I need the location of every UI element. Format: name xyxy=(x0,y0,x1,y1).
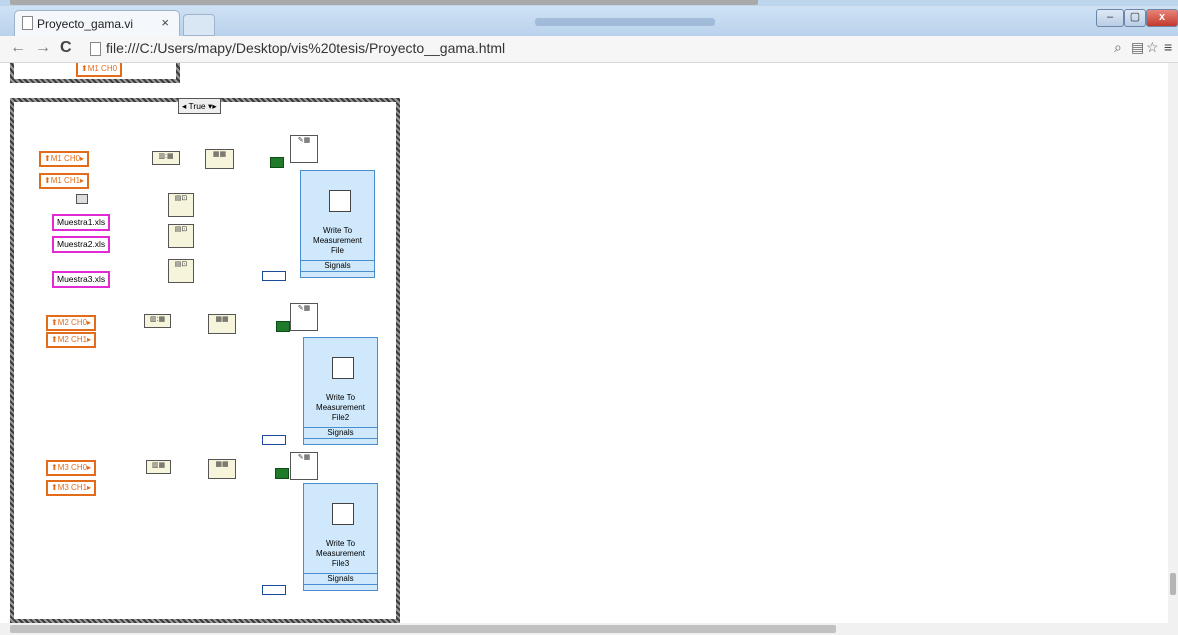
tab-title: Proyecto_gama.vi xyxy=(37,17,134,31)
pencil-icon xyxy=(332,503,354,525)
boolean-constant-1[interactable] xyxy=(270,157,284,168)
control-m1-ch0[interactable]: ⬆M1 CH0▸ xyxy=(39,151,90,167)
build-path-node-2[interactable]: ▤⊡ xyxy=(168,224,194,248)
build-path-node-1[interactable]: ▤⊡ xyxy=(168,193,194,217)
vertical-scrollbar[interactable] xyxy=(1168,63,1178,623)
merge-signals-node-3[interactable]: ▥▦ xyxy=(146,460,171,474)
top-control-m1-ch0[interactable]: ⬆M1 CH0 xyxy=(76,63,123,77)
signals-terminal[interactable]: Signals xyxy=(304,573,377,585)
write-table-icon-3[interactable]: ✎▦ xyxy=(290,452,318,480)
signals-terminal[interactable]: Signals xyxy=(304,427,377,439)
build-path-node-3[interactable]: ▤⊡ xyxy=(168,259,194,283)
menu-icon[interactable]: ≡ xyxy=(1164,39,1172,55)
page-icon xyxy=(90,42,101,56)
express-label-line: Write To xyxy=(325,539,356,548)
horizontal-scroll-thumb[interactable] xyxy=(10,625,836,633)
decrement-arrow-icon[interactable]: ◂ xyxy=(182,101,186,111)
merge-signals-node-2[interactable]: ▥:▦ xyxy=(144,314,171,328)
case-selector[interactable]: ◂ True ▾▸ xyxy=(178,98,221,114)
boolean-constant-3[interactable] xyxy=(275,468,289,479)
control-m2-ch1[interactable]: ⬆M2 CH1▸ xyxy=(46,332,97,348)
forward-arrow-icon[interactable]: → xyxy=(35,39,51,57)
signals-terminal[interactable]: Signals xyxy=(301,260,374,272)
page-content: ⬆M1 CH0 ◂ True ▾▸ ⬆M1 CH0▸ ⬆M1 CH1▸ ⬆M2 … xyxy=(0,63,1168,623)
new-tab-button[interactable] xyxy=(183,14,215,36)
write-to-measurement-file2-vi[interactable]: Write To Measurement File2 Signals xyxy=(303,337,378,445)
reload-icon[interactable]: C xyxy=(60,39,72,57)
express-label-line: Write To xyxy=(322,226,353,235)
express-label-line: Measurement xyxy=(316,549,365,558)
express-label-line: File3 xyxy=(331,559,350,568)
tab-proyecto-gama[interactable]: Proyecto_gama.vi × xyxy=(14,10,180,36)
dropdown-arrow-icon[interactable]: ▾▸ xyxy=(208,101,217,111)
control-m3-ch1[interactable]: ⬆M3 CH1▸ xyxy=(46,480,97,496)
write-table-icon-1[interactable]: ✎▦ xyxy=(290,135,318,163)
control-m1-ch1[interactable]: ⬆M1 CH1▸ xyxy=(39,173,90,189)
error-cluster-3[interactable] xyxy=(262,585,286,595)
page-icon xyxy=(22,16,33,30)
tab-close-icon[interactable]: × xyxy=(161,15,169,30)
vertical-scroll-thumb[interactable] xyxy=(1170,573,1176,595)
translate-icon[interactable]: ▤ xyxy=(1131,39,1144,56)
window-title-blurred xyxy=(535,18,715,26)
zoom-icon[interactable]: ⌕ xyxy=(1114,39,1122,56)
error-cluster-2[interactable] xyxy=(262,435,286,445)
transpose-node-3[interactable]: ▦▦ xyxy=(208,459,236,479)
express-label-line: Measurement xyxy=(316,403,365,412)
path-muestra3[interactable]: Muestra3.xls xyxy=(52,271,111,288)
merge-signals-node-1[interactable]: ▥:▦ xyxy=(152,151,180,165)
back-arrow-icon[interactable]: ← xyxy=(10,39,26,57)
error-cluster-1[interactable] xyxy=(262,271,286,281)
transpose-node-1[interactable]: ▦▦ xyxy=(205,149,234,169)
express-label-line: File xyxy=(331,246,344,255)
maximize-button[interactable]: ▢ xyxy=(1124,9,1146,27)
address-bar[interactable]: file:///C:/Users/mapy/Desktop/vis%20tesi… xyxy=(86,39,1086,59)
horizontal-scrollbar[interactable] xyxy=(0,623,1178,635)
tab-strip: Proyecto_gama.vi × – ▢ x xyxy=(0,6,1178,36)
browser-toolbar: ← → C file:///C:/Users/mapy/Desktop/vis%… xyxy=(0,36,1178,63)
case-selector-value: True xyxy=(188,101,206,111)
transpose-node-2[interactable]: ▦▦ xyxy=(208,314,236,334)
path-muestra1[interactable]: Muestra1.xls xyxy=(52,214,111,231)
control-m3-ch0[interactable]: ⬆M3 CH0▸ xyxy=(46,460,97,476)
pencil-icon xyxy=(329,190,351,212)
pencil-icon xyxy=(332,357,354,379)
bookmark-star-icon[interactable]: ☆ xyxy=(1146,39,1159,56)
express-label-line: Write To xyxy=(325,393,356,402)
file-constant-icon[interactable] xyxy=(76,194,88,204)
control-m2-ch0[interactable]: ⬆M2 CH0▸ xyxy=(46,315,97,331)
url-text: file:///C:/Users/mapy/Desktop/vis%20tesi… xyxy=(106,40,506,56)
minimize-button[interactable]: – xyxy=(1096,9,1124,27)
close-window-button[interactable]: x xyxy=(1146,9,1178,27)
express-label-line: Measurement xyxy=(313,236,362,245)
express-label-line: File2 xyxy=(331,413,350,422)
write-table-icon-2[interactable]: ✎▦ xyxy=(290,303,318,331)
write-to-measurement-file-vi[interactable]: Write To Measurement File Signals xyxy=(300,170,375,278)
path-muestra2[interactable]: Muestra2.xls xyxy=(52,236,111,253)
boolean-constant-2[interactable] xyxy=(276,321,290,332)
write-to-measurement-file3-vi[interactable]: Write To Measurement File3 Signals xyxy=(303,483,378,591)
